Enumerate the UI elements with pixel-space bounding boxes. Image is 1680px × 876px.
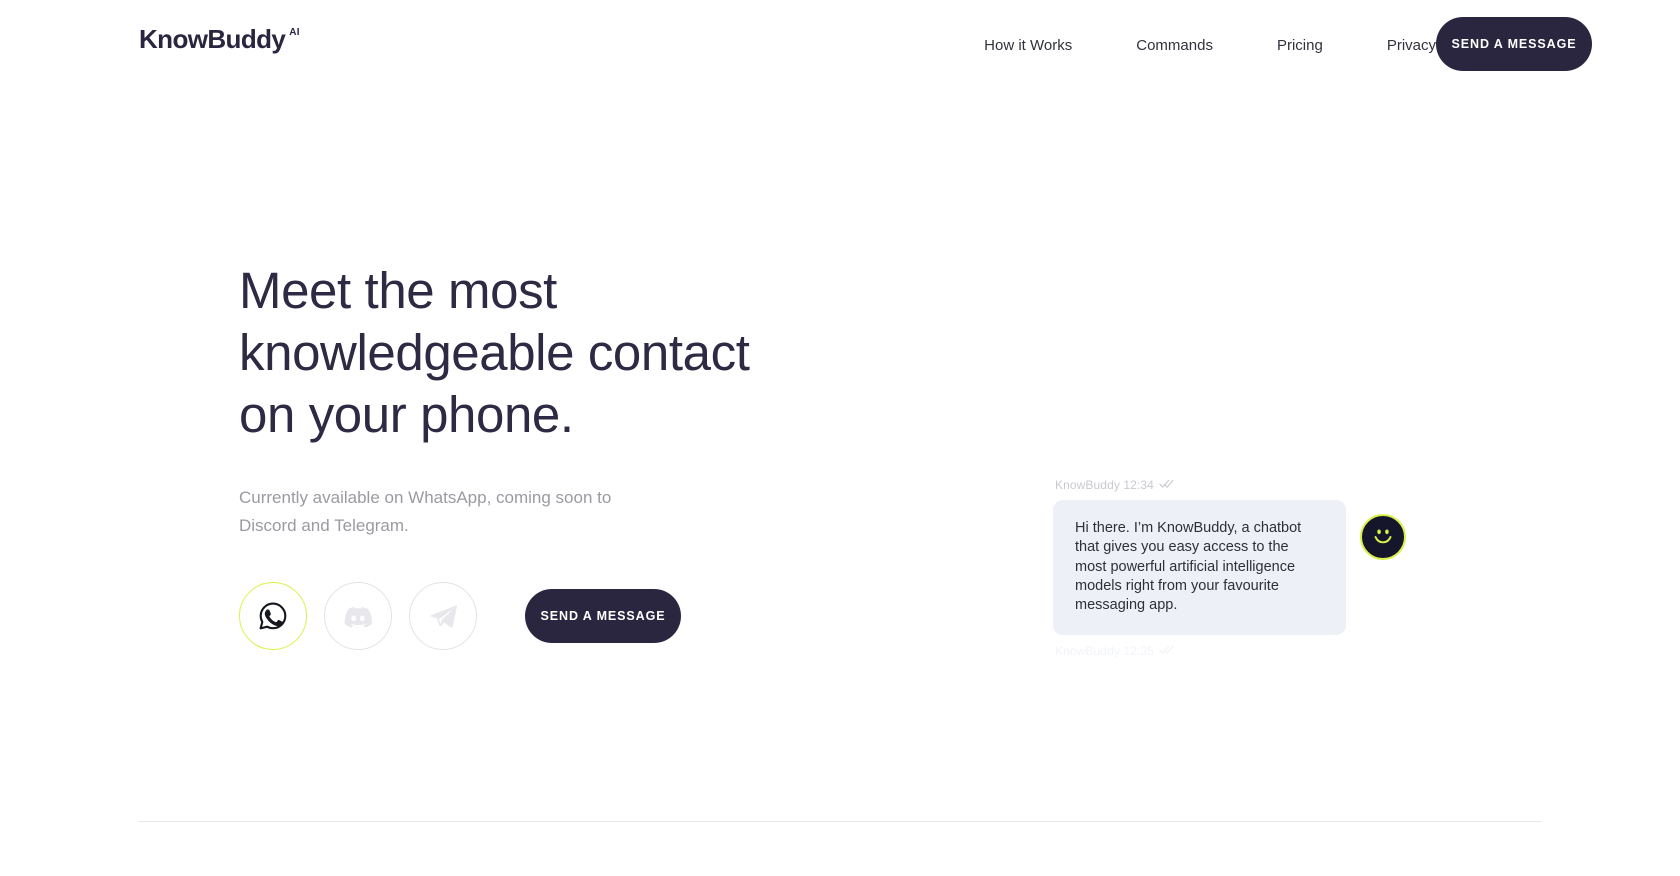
headline-line-2: knowledgeable contact	[239, 324, 750, 381]
telegram-button[interactable]	[409, 582, 477, 650]
whatsapp-icon	[257, 600, 289, 632]
subheading-line-2: Discord and Telegram.	[239, 516, 409, 535]
subheading-line-1: Currently available on WhatsApp, coming …	[239, 488, 612, 507]
brand-logo-text: KnowBuddy	[139, 24, 286, 54]
hero-subheading: Currently available on WhatsApp, coming …	[239, 484, 779, 540]
page-title: Meet the most knowledgeable contact on y…	[239, 260, 779, 446]
hero-actions: SEND A MESSAGE	[239, 582, 779, 650]
whatsapp-button[interactable]	[239, 582, 307, 650]
headline-line-1: Meet the most	[239, 262, 557, 319]
double-check-icon	[1159, 478, 1174, 492]
nav-item-pricing[interactable]: Pricing	[1245, 34, 1355, 58]
discord-button[interactable]	[324, 582, 392, 650]
hero-send-a-message-button[interactable]: SEND A MESSAGE	[525, 589, 681, 643]
chat-preview: KnowBuddy 12:34 Hi there. I’m KnowBuddy,…	[1053, 478, 1413, 658]
chat-message-bubble: Hi there. I’m KnowBuddy, a chatbot that …	[1053, 500, 1346, 636]
hero-section: Meet the most knowledgeable contact on y…	[239, 260, 779, 650]
section-divider	[139, 821, 1541, 822]
brand-logo[interactable]: KnowBuddy AI	[139, 26, 300, 52]
nav-item-commands[interactable]: Commands	[1104, 34, 1245, 58]
double-check-icon-faded	[1159, 644, 1174, 658]
main-navigation: How it Works Commands Pricing Privacy	[984, 34, 1436, 58]
smiley-face-icon	[1368, 520, 1398, 555]
site-header: KnowBuddy AI How it Works Commands Prici…	[0, 0, 1680, 88]
header-send-a-message-button[interactable]: SEND A MESSAGE	[1436, 17, 1592, 71]
chat-message-meta-faded: KnowBuddy 12:35	[1053, 644, 1413, 658]
chat-sender-and-time: KnowBuddy 12:34	[1055, 478, 1154, 492]
avatar	[1360, 514, 1406, 560]
telegram-icon	[428, 601, 458, 631]
discord-icon	[343, 601, 373, 631]
nav-item-privacy[interactable]: Privacy	[1355, 34, 1436, 58]
brand-logo-superscript: AI	[289, 27, 300, 38]
chat-sender-and-time-faded: KnowBuddy 12:35	[1055, 644, 1154, 659]
landing-page: KnowBuddy AI How it Works Commands Prici…	[0, 0, 1680, 876]
headline-line-3: on your phone.	[239, 386, 574, 443]
nav-item-how-it-works[interactable]: How it Works	[984, 34, 1104, 58]
chat-message-meta: KnowBuddy 12:34	[1053, 478, 1413, 492]
chat-message-row: Hi there. I’m KnowBuddy, a chatbot that …	[1053, 500, 1413, 636]
